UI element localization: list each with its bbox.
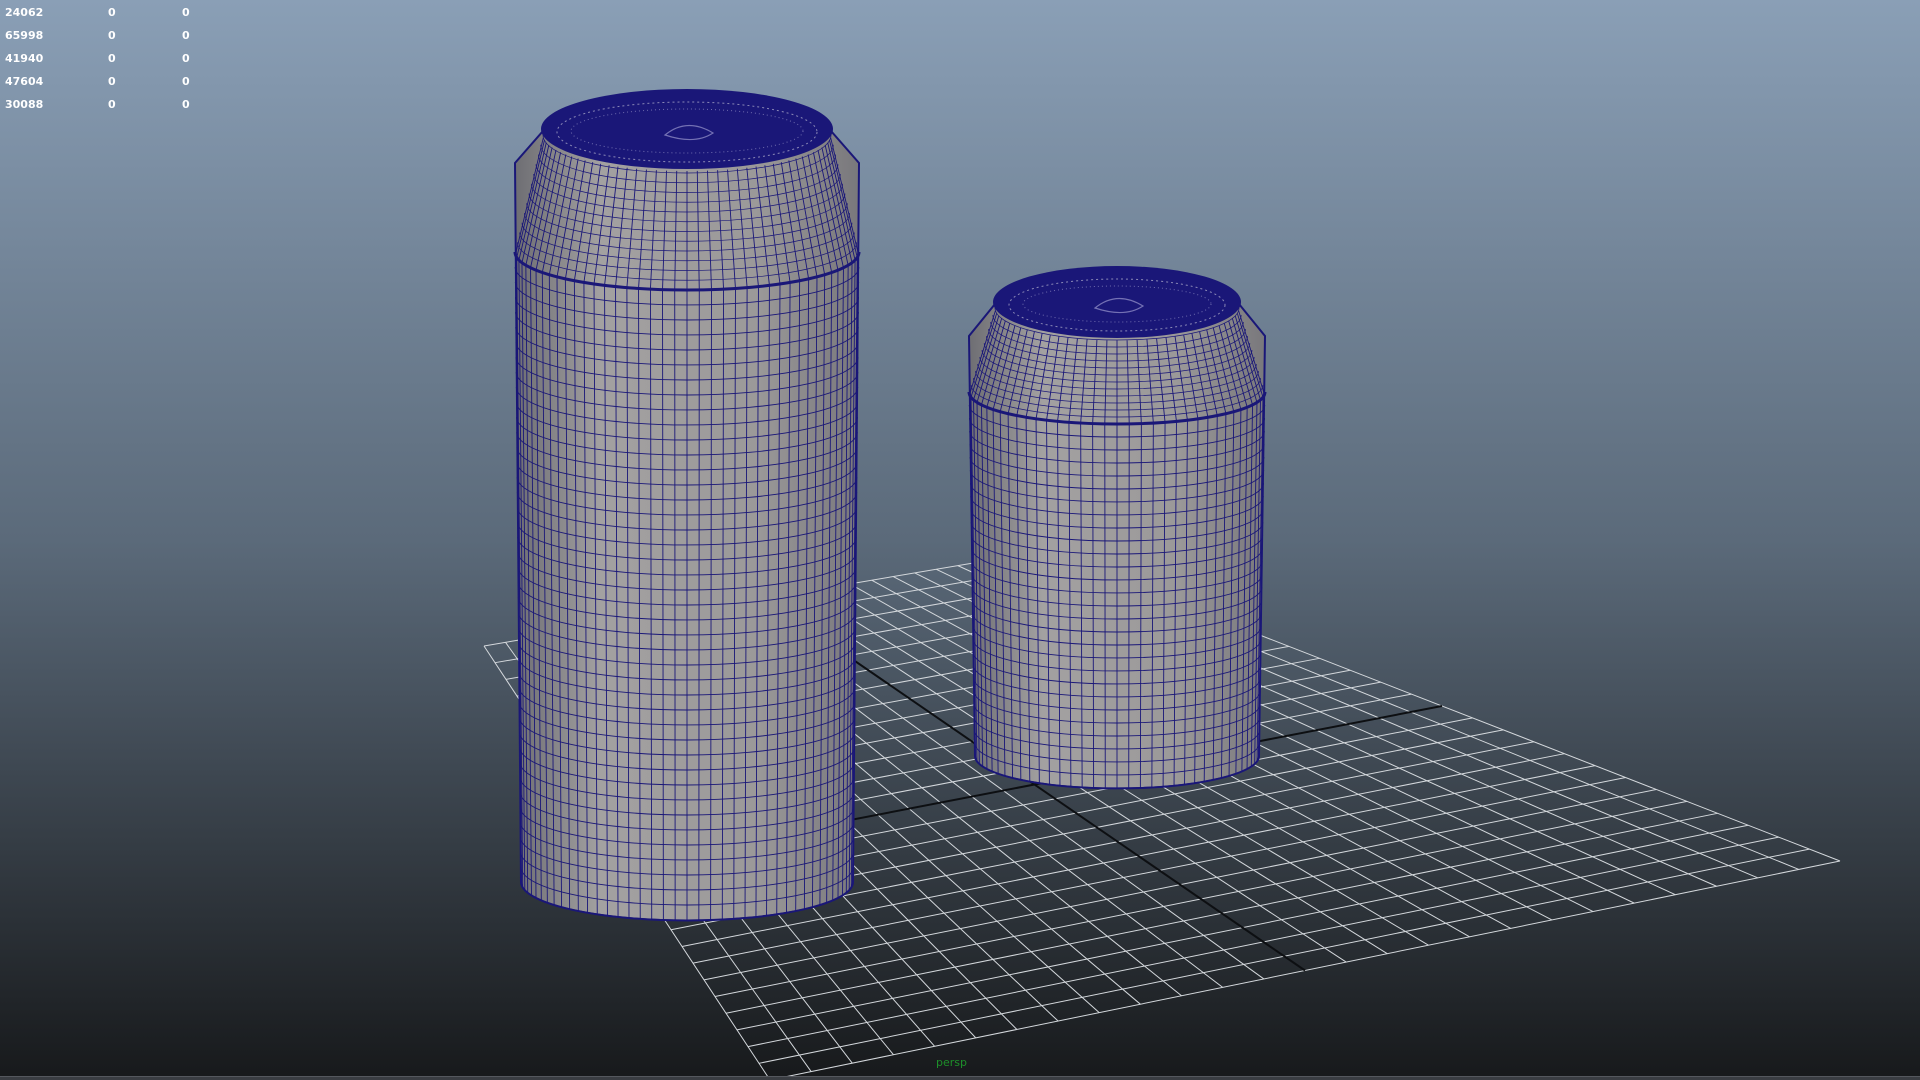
hud-value: 30088 bbox=[5, 98, 44, 111]
tall-can[interactable] bbox=[513, 89, 861, 922]
hud-value: 0 bbox=[108, 98, 116, 111]
hud-value: 0 bbox=[108, 75, 116, 88]
camera-name-label: persp bbox=[936, 1056, 967, 1069]
hud-row: 47604 0 0 bbox=[5, 70, 222, 93]
hud-row: 30088 0 0 bbox=[5, 93, 222, 116]
hud-value: 0 bbox=[108, 52, 116, 65]
hud-row: 65998 0 0 bbox=[5, 24, 222, 47]
hud-value: 0 bbox=[182, 52, 190, 65]
viewport-panel[interactable]: 24062 0 0 65998 0 0 41940 0 0 47604 0 0 30088 0 0 pers… bbox=[0, 0, 1920, 1080]
hud-row: 41940 0 0 bbox=[5, 47, 222, 70]
heads-up-display: 24062 0 0 65998 0 0 41940 0 0 47604 0 0 30088 0 0 bbox=[5, 1, 222, 116]
hud-value: 0 bbox=[182, 29, 190, 42]
hud-value: 0 bbox=[182, 98, 190, 111]
hud-value: 0 bbox=[108, 6, 116, 19]
hud-value: 47604 bbox=[5, 75, 44, 88]
hud-row: 24062 0 0 bbox=[5, 1, 222, 24]
short-can[interactable] bbox=[967, 266, 1267, 790]
can-lid bbox=[541, 89, 833, 169]
hud-value: 0 bbox=[182, 75, 190, 88]
hud-value: 65998 bbox=[5, 29, 44, 42]
viewport-background bbox=[0, 0, 1920, 1080]
hud-value: 24062 bbox=[5, 6, 44, 19]
can-lid bbox=[993, 266, 1241, 338]
viewport-bottom-edge bbox=[0, 1076, 1920, 1080]
hud-value: 0 bbox=[182, 6, 190, 19]
hud-value: 0 bbox=[108, 29, 116, 42]
hud-value: 41940 bbox=[5, 52, 44, 65]
viewport-scene[interactable] bbox=[0, 0, 1920, 1080]
